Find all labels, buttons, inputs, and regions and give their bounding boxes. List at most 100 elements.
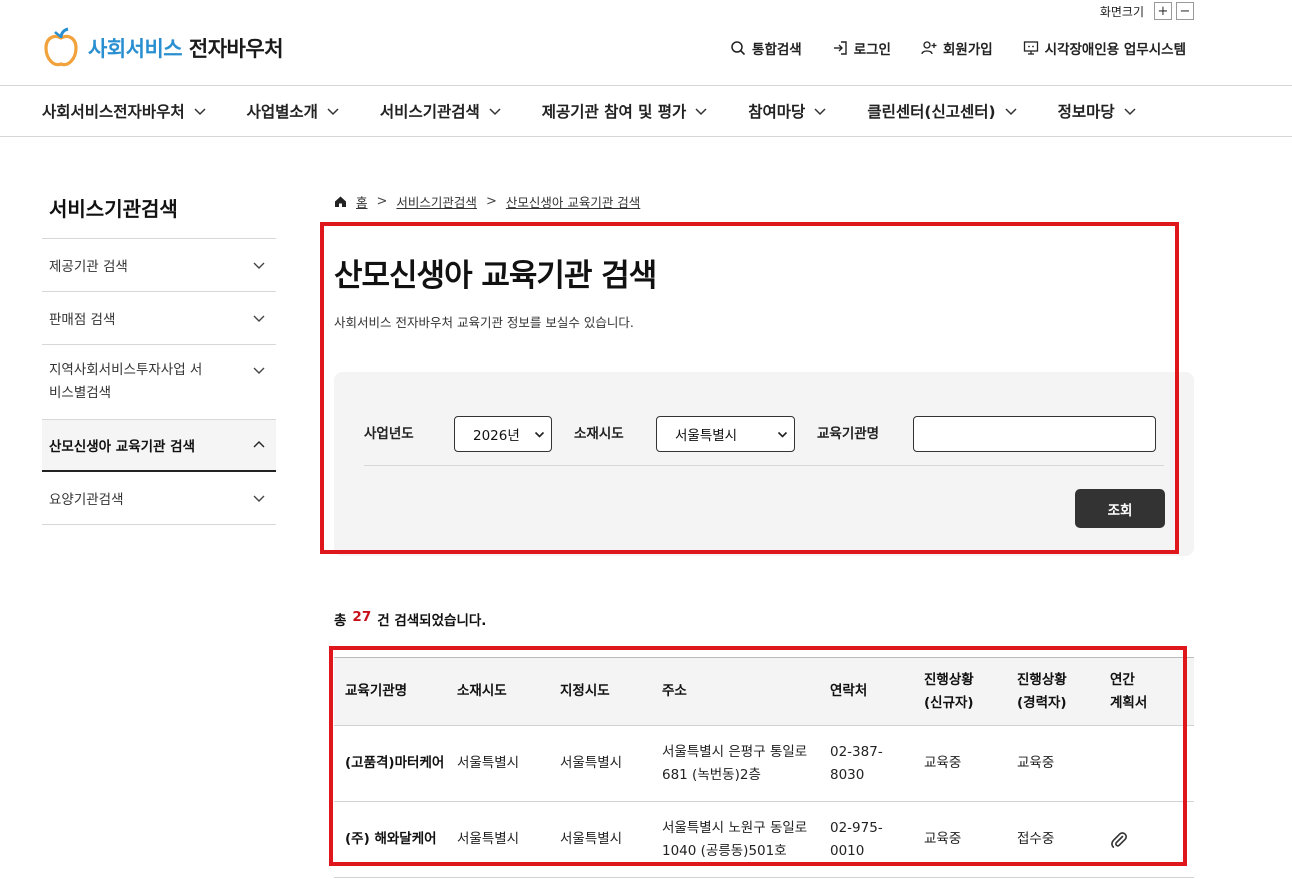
- gnb-item-programs[interactable]: 사업별소개: [247, 100, 340, 122]
- chevron-down-icon: [1005, 108, 1017, 116]
- user-add-icon: [921, 41, 937, 55]
- year-select[interactable]: 2026년: [454, 416, 552, 452]
- logo-text: 사회서비스 전자바우처: [88, 33, 284, 63]
- util-search-link[interactable]: 통합검색: [730, 38, 802, 58]
- institution-name-label: 교육기관명: [817, 426, 880, 442]
- util-signup-link[interactable]: 회원가입: [921, 38, 993, 58]
- cell-region: 서울특별시: [457, 755, 520, 771]
- gnb-item-provider-eval[interactable]: 제공기관 참여 및 평가: [542, 100, 709, 122]
- cell-status-new: 교육중: [924, 755, 962, 771]
- side-item-label: 지역사회서비스투자사업 서비스별검색: [49, 362, 203, 401]
- util-search-label: 통합검색: [752, 42, 802, 58]
- result-count-suffix: 건 검색되었습니다.: [377, 613, 487, 629]
- apple-logo-icon: [44, 27, 78, 67]
- chevron-down-icon: [253, 315, 265, 322]
- results-table: 교육기관명 소재시도 지정시도 주소 연락처 진행상황 (신규자) 진행상황 (…: [334, 657, 1194, 878]
- gnb-item-participation[interactable]: 참여마당: [748, 100, 827, 122]
- side-item-label: 판매점 검색: [49, 312, 116, 328]
- global-nav: 사회서비스전자바우처 사업별소개 서비스기관검색 제공기관 참여 및 평가 참여…: [42, 86, 1177, 136]
- side-item-community-service-search[interactable]: 지역사회서비스투자사업 서비스별검색: [42, 345, 276, 420]
- region-label: 소재시도: [574, 426, 624, 442]
- cell-name[interactable]: (주) 해와달케어: [345, 802, 445, 877]
- search-divider: [364, 465, 1164, 466]
- cell-plan: [1110, 802, 1170, 877]
- monitor-icon: [1023, 41, 1038, 55]
- cell-status-new: 교육중: [924, 831, 962, 847]
- chevron-down-icon: [1124, 108, 1136, 116]
- attachment-icon[interactable]: [1110, 831, 1128, 849]
- side-item-label: 요양기관검색: [49, 492, 124, 508]
- result-count-number: 27: [352, 609, 372, 625]
- region-select-value: 서울특별시: [675, 428, 738, 444]
- gnb-item-label: 제공기관 참여 및 평가: [541, 103, 687, 121]
- cell-phone: 02-975-0010: [830, 819, 883, 859]
- search-fields-row: 사업년도 2026년 소재시도 서울특별시 교육기관명: [364, 416, 1164, 464]
- search-button[interactable]: 조회: [1075, 489, 1165, 528]
- side-item-care-facility-search[interactable]: 요양기관검색: [42, 472, 276, 525]
- font-size-decrease-button[interactable]: −: [1176, 2, 1194, 20]
- gnb-item-label: 사회서비스전자바우처: [42, 103, 185, 121]
- side-item-label: 산모신생아 교육기관 검색: [49, 439, 196, 455]
- result-count-prefix: 총: [334, 613, 347, 629]
- breadcrumb: 홈 > 서비스기관검색 > 산모신생아 교육기관 검색: [334, 192, 640, 211]
- table-row[interactable]: (고품격)마터케어 서울특별시 서울특별시 서울특별시 은평구 통일로 681 …: [334, 726, 1194, 802]
- table-row[interactable]: (주) 해와달케어 서울특별시 서울특별시 서울특별시 노원구 동일로 1040…: [334, 802, 1194, 878]
- col-header-address: 주소: [662, 683, 687, 699]
- util-accessible-system-link[interactable]: 시각장애인용 업무시스템: [1023, 38, 1186, 58]
- region-select[interactable]: 서울특별시: [656, 416, 795, 452]
- col-header-region: 소재시도: [457, 683, 507, 699]
- side-nav-title: 서비스기관검색: [42, 193, 276, 239]
- breadcrumb-separator-icon: >: [485, 194, 497, 209]
- cell-phone: 02-387-8030: [830, 743, 883, 783]
- chevron-down-icon: [534, 431, 545, 438]
- chevron-down-icon: [253, 262, 265, 269]
- cell-address: 서울특별시 은평구 통일로 681 (녹번동)2층: [662, 743, 808, 783]
- breadcrumb-level2-link[interactable]: 산모신생아 교육기관 검색: [506, 192, 640, 211]
- logo-text-part1: 사회서비스: [88, 37, 183, 61]
- breadcrumb-separator-icon: >: [376, 194, 388, 209]
- login-icon: [833, 41, 847, 55]
- col-header-plan: 연간 계획서: [1110, 671, 1148, 711]
- chevron-down-icon: [194, 108, 206, 116]
- chevron-down-icon: [695, 108, 707, 116]
- gnb-item-voucher[interactable]: 사회서비스전자바우처: [42, 100, 207, 122]
- cell-region: 서울특별시: [457, 831, 520, 847]
- gnb-item-label: 사업별소개: [246, 103, 318, 121]
- cell-name[interactable]: (고품격)마터케어: [345, 726, 445, 801]
- util-accessible-system-label: 시각장애인용 업무시스템: [1044, 42, 1186, 58]
- year-label: 사업년도: [364, 426, 414, 442]
- util-login-link[interactable]: 로그인: [832, 38, 891, 58]
- page-title: 산모신생아 교육기관 검색: [334, 258, 657, 294]
- chevron-down-icon: [253, 367, 265, 374]
- breadcrumb-level1-link[interactable]: 서비스기관검색: [396, 192, 477, 211]
- col-header-name: 교육기관명: [345, 683, 408, 699]
- utility-nav: 통합검색 로그인 회원가입 시각장애인용 업무시스템: [730, 38, 1186, 58]
- chevron-up-icon: [253, 441, 265, 448]
- gnb-item-label: 클린센터(신고센터): [867, 103, 996, 121]
- col-header-status-exp: 진행상황 (경력자): [1017, 671, 1067, 711]
- gnb-item-service-search[interactable]: 서비스기관검색: [380, 100, 502, 122]
- side-item-label: 제공기관 검색: [49, 259, 128, 275]
- chevron-down-icon: [777, 431, 788, 438]
- side-item-provider-search[interactable]: 제공기관 검색: [42, 239, 276, 292]
- col-header-designated: 지정시도: [560, 683, 610, 699]
- nav-divider: [0, 136, 1292, 137]
- cell-status-exp: 접수중: [1017, 831, 1055, 847]
- home-icon: [335, 196, 346, 207]
- gnb-item-info[interactable]: 정보마당: [1058, 100, 1137, 122]
- institution-name-input[interactable]: [913, 416, 1156, 452]
- table-header: 교육기관명 소재시도 지정시도 주소 연락처 진행상황 (신규자) 진행상황 (…: [334, 657, 1194, 726]
- cell-plan: [1110, 726, 1170, 801]
- cell-status-exp: 교육중: [1017, 755, 1055, 771]
- logo-text-part2: 전자바우처: [188, 37, 284, 61]
- font-size-increase-button[interactable]: +: [1154, 2, 1172, 20]
- side-item-maternity-education-search[interactable]: 산모신생아 교육기관 검색: [42, 420, 276, 472]
- year-select-value: 2026년: [473, 428, 520, 444]
- site-logo[interactable]: 사회서비스 전자바우처: [42, 26, 284, 70]
- gnb-item-label: 정보마당: [1057, 103, 1115, 121]
- breadcrumb-home-link[interactable]: 홈: [356, 192, 368, 211]
- search-panel: 사업년도 2026년 소재시도 서울특별시 교육기관명 조회: [334, 372, 1194, 556]
- gnb-item-label: 서비스기관검색: [379, 103, 480, 121]
- side-item-store-search[interactable]: 판매점 검색: [42, 292, 276, 345]
- gnb-item-clean-center[interactable]: 클린센터(신고센터): [867, 100, 1017, 122]
